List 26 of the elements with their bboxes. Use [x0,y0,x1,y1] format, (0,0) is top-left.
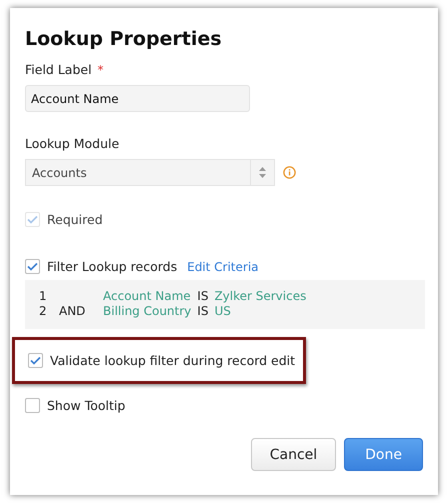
sort-arrows-icon [259,167,266,178]
checkbox-label: Filter Lookup records [47,259,178,274]
criteria-value: Zylker Services [214,289,306,303]
comparator: IS [197,289,208,303]
checkbox[interactable] [25,259,40,274]
checkbox[interactable] [28,353,43,368]
criteria-field: Billing Country [103,304,192,318]
field-label: Lookup Module [25,136,120,151]
criteria-value: US [214,304,232,318]
row-number: 2 [39,304,48,318]
criteria-field: Account Name [103,289,192,303]
module-select[interactable]: Accounts [25,159,275,186]
input-field[interactable]: Account Name [25,85,250,112]
edit-criteria-link[interactable]: Edit Criteria [187,260,259,274]
checkbox-label: Validate lookup filter during record edit [50,353,296,368]
checkbox[interactable] [25,398,40,413]
field-label: Field Label [25,62,92,77]
required-mark: * [98,62,104,76]
row-number: 1 [39,289,48,303]
operator: AND [59,304,86,318]
checkbox-label: Show Tooltip [47,398,126,413]
cancel-button[interactable]: Cancel [250,438,336,471]
info-icon[interactable] [283,166,296,179]
checkbox-label: Required [47,212,103,227]
dialog-title: Lookup Properties [25,28,223,50]
comparator: IS [197,304,208,318]
